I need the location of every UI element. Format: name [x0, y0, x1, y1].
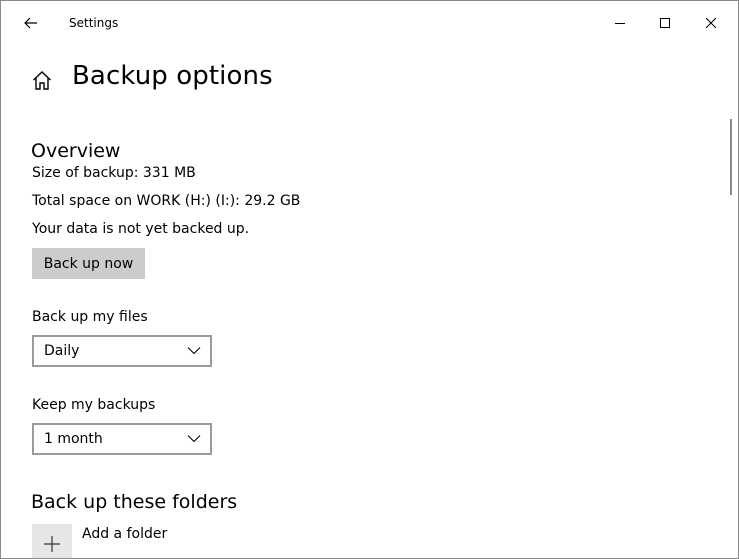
window-title: Settings	[69, 16, 119, 30]
retention-dropdown[interactable]: 1 month	[32, 423, 212, 455]
scrollbar-thumb[interactable]	[730, 119, 732, 195]
backup-frequency-dropdown[interactable]: Daily	[32, 335, 212, 367]
close-icon	[706, 18, 716, 28]
home-icon[interactable]	[30, 69, 54, 93]
maximize-button[interactable]	[642, 1, 688, 45]
minimize-icon	[615, 23, 625, 24]
page-title: Backup options	[72, 61, 273, 91]
backup-status-text: Your data is not yet backed up.	[32, 221, 250, 237]
retention-label: Keep my backups	[32, 397, 156, 413]
back-button[interactable]	[15, 9, 47, 37]
backup-frequency-value: Daily	[44, 343, 80, 359]
maximize-icon	[660, 18, 670, 28]
back-up-now-button[interactable]: Back up now	[32, 248, 145, 279]
total-space-text: Total space on WORK (H:) (I:): 29.2 GB	[32, 193, 301, 209]
overview-heading: Overview	[31, 140, 121, 162]
arrow-left-icon	[24, 17, 37, 29]
retention-value: 1 month	[44, 431, 103, 447]
chevron-down-icon	[187, 347, 201, 355]
add-folder-button[interactable]	[32, 524, 72, 558]
folders-heading: Back up these folders	[31, 491, 238, 513]
plus-icon	[44, 536, 60, 552]
title-bar: Settings	[1, 1, 738, 45]
close-button[interactable]	[688, 1, 734, 45]
chevron-down-icon	[187, 435, 201, 443]
backup-frequency-label: Back up my files	[32, 309, 148, 325]
add-folder-label[interactable]: Add a folder	[82, 526, 167, 542]
settings-window: Settings Backup options Overview Size of…	[0, 0, 739, 559]
backup-size-text: Size of backup: 331 MB	[32, 165, 196, 181]
minimize-button[interactable]	[597, 1, 643, 45]
